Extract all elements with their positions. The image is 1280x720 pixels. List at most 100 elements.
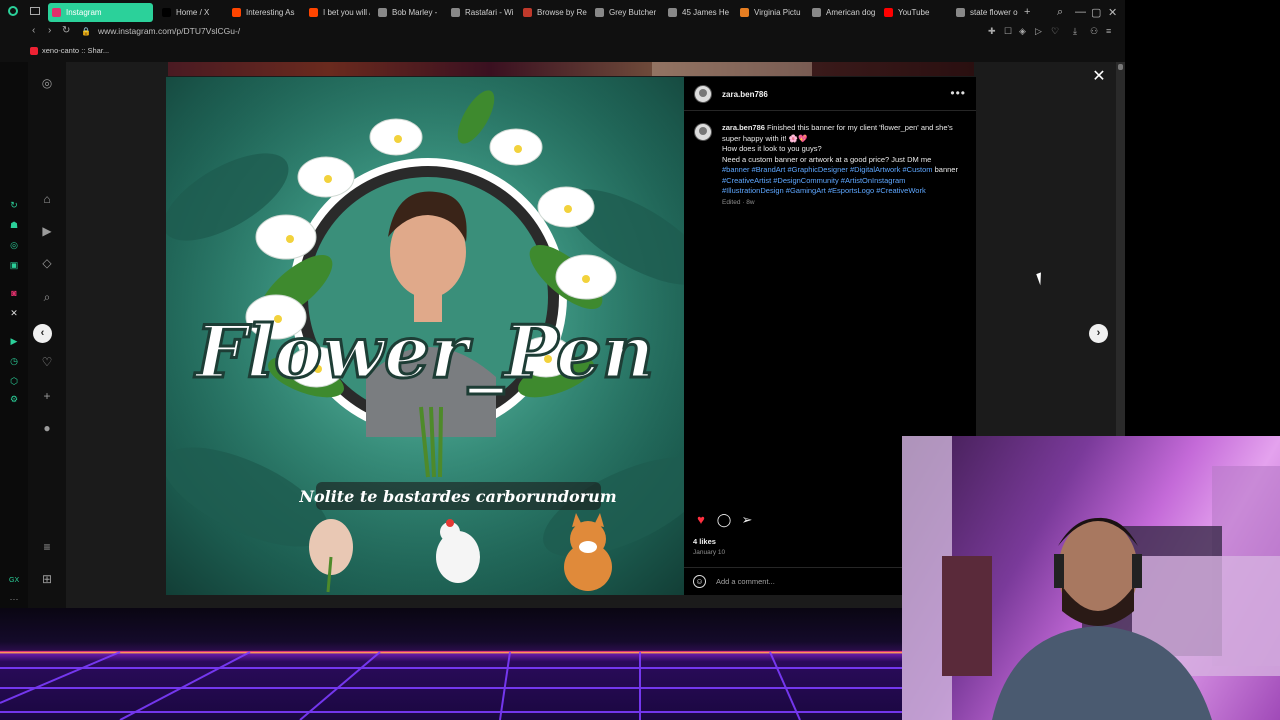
browser-tab[interactable]: state flower o — [952, 3, 1018, 22]
notifications-icon[interactable]: ♡ — [40, 355, 54, 369]
prev-post-icon[interactable]: ‹ — [33, 324, 52, 343]
scrollbar-thumb[interactable] — [1118, 64, 1123, 70]
search-icon[interactable]: ⌕ — [40, 290, 54, 304]
feed-background-strip — [168, 62, 974, 76]
robot-icon[interactable]: ☗ — [9, 220, 19, 230]
tab-label: I bet you will / — [323, 8, 370, 17]
extensions-panel-icon[interactable]: ⬡ — [9, 376, 19, 386]
browser-tab[interactable]: American dog — [808, 3, 876, 22]
browser-tab[interactable]: Rastafari - Wi — [447, 3, 515, 22]
browser-tab-bar: Instagram Home / X Interesting As I bet you… — [0, 0, 1125, 25]
tab-favicon-icon — [884, 8, 893, 17]
messenger-icon[interactable]: ▣ — [9, 260, 19, 270]
profile-icon[interactable]: ● — [40, 421, 54, 435]
tab-favicon-icon — [595, 8, 604, 17]
explore-icon[interactable]: ◇ — [40, 256, 54, 270]
search-tabs-icon[interactable]: ⌕ — [1057, 6, 1063, 19]
gx-icon[interactable]: GX — [9, 576, 19, 586]
desktop-background — [1125, 0, 1280, 436]
hamburger-icon[interactable]: ≡ — [40, 540, 54, 554]
likes-count[interactable]: 4 likes — [693, 537, 716, 546]
next-post-icon[interactable]: › — [1089, 324, 1108, 343]
tab-label: Rastafari - Wi — [465, 8, 514, 17]
play-panel-icon[interactable]: ▶ — [9, 336, 19, 346]
tab-favicon-icon — [309, 8, 318, 17]
tab-favicon-icon — [378, 8, 387, 17]
tab-label: Browse by Re — [537, 8, 587, 17]
forward-icon[interactable]: › — [48, 25, 51, 36]
reload-icon[interactable]: ↻ — [62, 25, 70, 36]
browser-tab[interactable]: Virginia Pictu — [736, 3, 804, 22]
image-title-text: Flower_Pen — [194, 309, 655, 394]
x-panel-icon[interactable]: ✕ — [9, 308, 19, 318]
browser-tab[interactable]: 45 James He — [664, 3, 732, 22]
avatar[interactable] — [694, 85, 712, 103]
browser-tab[interactable]: Interesting As — [228, 3, 300, 22]
browser-tab[interactable]: Instagram — [48, 3, 153, 22]
tab-favicon-icon — [668, 8, 677, 17]
meta-apps-icon[interactable]: ⊞ — [40, 572, 54, 586]
browser-tab[interactable]: I bet you will / — [305, 3, 370, 22]
shield-icon[interactable]: ◈ — [1019, 26, 1026, 37]
post-image[interactable]: Flower_Pen Nolite te bastardes carborund… — [166, 77, 684, 595]
post-date: January 10 — [693, 549, 726, 556]
browser-tab[interactable]: Home / X — [158, 3, 224, 22]
browser-sidebar: ↻ ☗ ◎ ▣ ◙ ✕ ▶ ◷ ⬡ ⚙ GX ⋯ — [0, 62, 28, 608]
browser-tab[interactable]: Grey Butcher — [591, 3, 659, 22]
more-options-icon[interactable]: ••• — [950, 86, 966, 100]
bookmark-item[interactable]: xeno-canto :: Shar... — [42, 46, 109, 55]
instagram-panel-icon[interactable]: ◙ — [9, 288, 19, 298]
tab-favicon-icon — [232, 8, 241, 17]
instagram-logo-icon[interactable]: ◎ — [40, 76, 54, 90]
caption-line3: Need a custom banner or artwork at a goo… — [722, 154, 932, 164]
create-icon[interactable]: + — [40, 389, 54, 403]
tab-favicon-icon — [812, 8, 821, 17]
post-username[interactable]: zara.ben786 — [722, 90, 768, 99]
address-bar: ‹ › ↻ 🔒 www.instagram.com/p/DTU7VslCGu-/… — [0, 25, 1125, 40]
maximize-icon[interactable]: ▢ — [1091, 6, 1101, 19]
hashtags-b[interactable]: #CreativeArtist #DesignCommunity #Artist… — [722, 176, 926, 196]
whatsapp-icon[interactable]: ◎ — [9, 240, 19, 250]
page-scrollbar[interactable] — [1116, 62, 1125, 436]
more-icon[interactable]: ⋯ — [9, 594, 19, 604]
back-icon[interactable]: ‹ — [32, 25, 35, 36]
caption-line2: How does it look to you guys? — [722, 144, 822, 153]
account-icon[interactable]: ⚇ — [1090, 26, 1098, 37]
post-artwork: Flower_Pen Nolite te bastardes carborund… — [166, 77, 684, 595]
settings-icon[interactable]: ⚙ — [9, 394, 19, 404]
caption-username[interactable]: zara.ben786 — [722, 123, 765, 132]
emoji-icon[interactable]: ☺ — [693, 575, 706, 588]
hashtags-a[interactable]: #banner #BrandArt #GraphicDesigner #Digi… — [722, 165, 933, 174]
browser-tab[interactable]: YouTube — [880, 3, 948, 22]
comment-icon[interactable]: ◯ — [716, 512, 732, 528]
comment-input[interactable]: Add a comment... — [716, 577, 775, 586]
history-icon[interactable]: ◷ — [9, 356, 19, 366]
menu-icon[interactable]: ≡ — [1106, 26, 1111, 36]
caption-avatar[interactable] — [694, 123, 712, 141]
tab-label: Instagram — [66, 8, 102, 17]
refresh-panel-icon[interactable]: ↻ — [9, 200, 19, 210]
home-icon[interactable]: ⌂ — [40, 192, 54, 206]
tab-label: Interesting As — [246, 8, 295, 17]
download-icon[interactable]: ⤓ — [1073, 26, 1077, 37]
new-tab-button[interactable]: + — [1024, 6, 1030, 18]
like-icon[interactable]: ♥ — [693, 512, 709, 528]
edited-label: Edited · 8w — [722, 198, 755, 206]
close-icon[interactable]: ✕ — [1092, 69, 1106, 85]
tab-favicon-icon — [956, 8, 965, 17]
sidebar-toggle-icon[interactable] — [30, 7, 40, 15]
browser-tab[interactable]: Browse by Re — [519, 3, 587, 22]
browser-tab[interactable]: Bob Marley - — [374, 3, 442, 22]
play-icon[interactable]: ▷ — [1035, 26, 1042, 37]
bookmark-icon[interactable]: ☐ — [1004, 26, 1012, 37]
url-field[interactable]: www.instagram.com/p/DTU7VslCGu-/ — [98, 26, 240, 36]
browser-logo-icon[interactable] — [8, 6, 18, 16]
share-icon[interactable]: ➢ — [739, 512, 755, 528]
close-window-icon[interactable]: ✕ — [1108, 6, 1117, 19]
extension-icon[interactable]: ✚ — [988, 26, 996, 37]
tab-label: American dog — [826, 8, 876, 17]
tab-favicon-icon — [451, 8, 460, 17]
heart-icon[interactable]: ♡ — [1051, 26, 1059, 37]
minimize-icon[interactable]: — — [1075, 6, 1086, 18]
reels-icon[interactable]: ▶ — [40, 224, 54, 238]
